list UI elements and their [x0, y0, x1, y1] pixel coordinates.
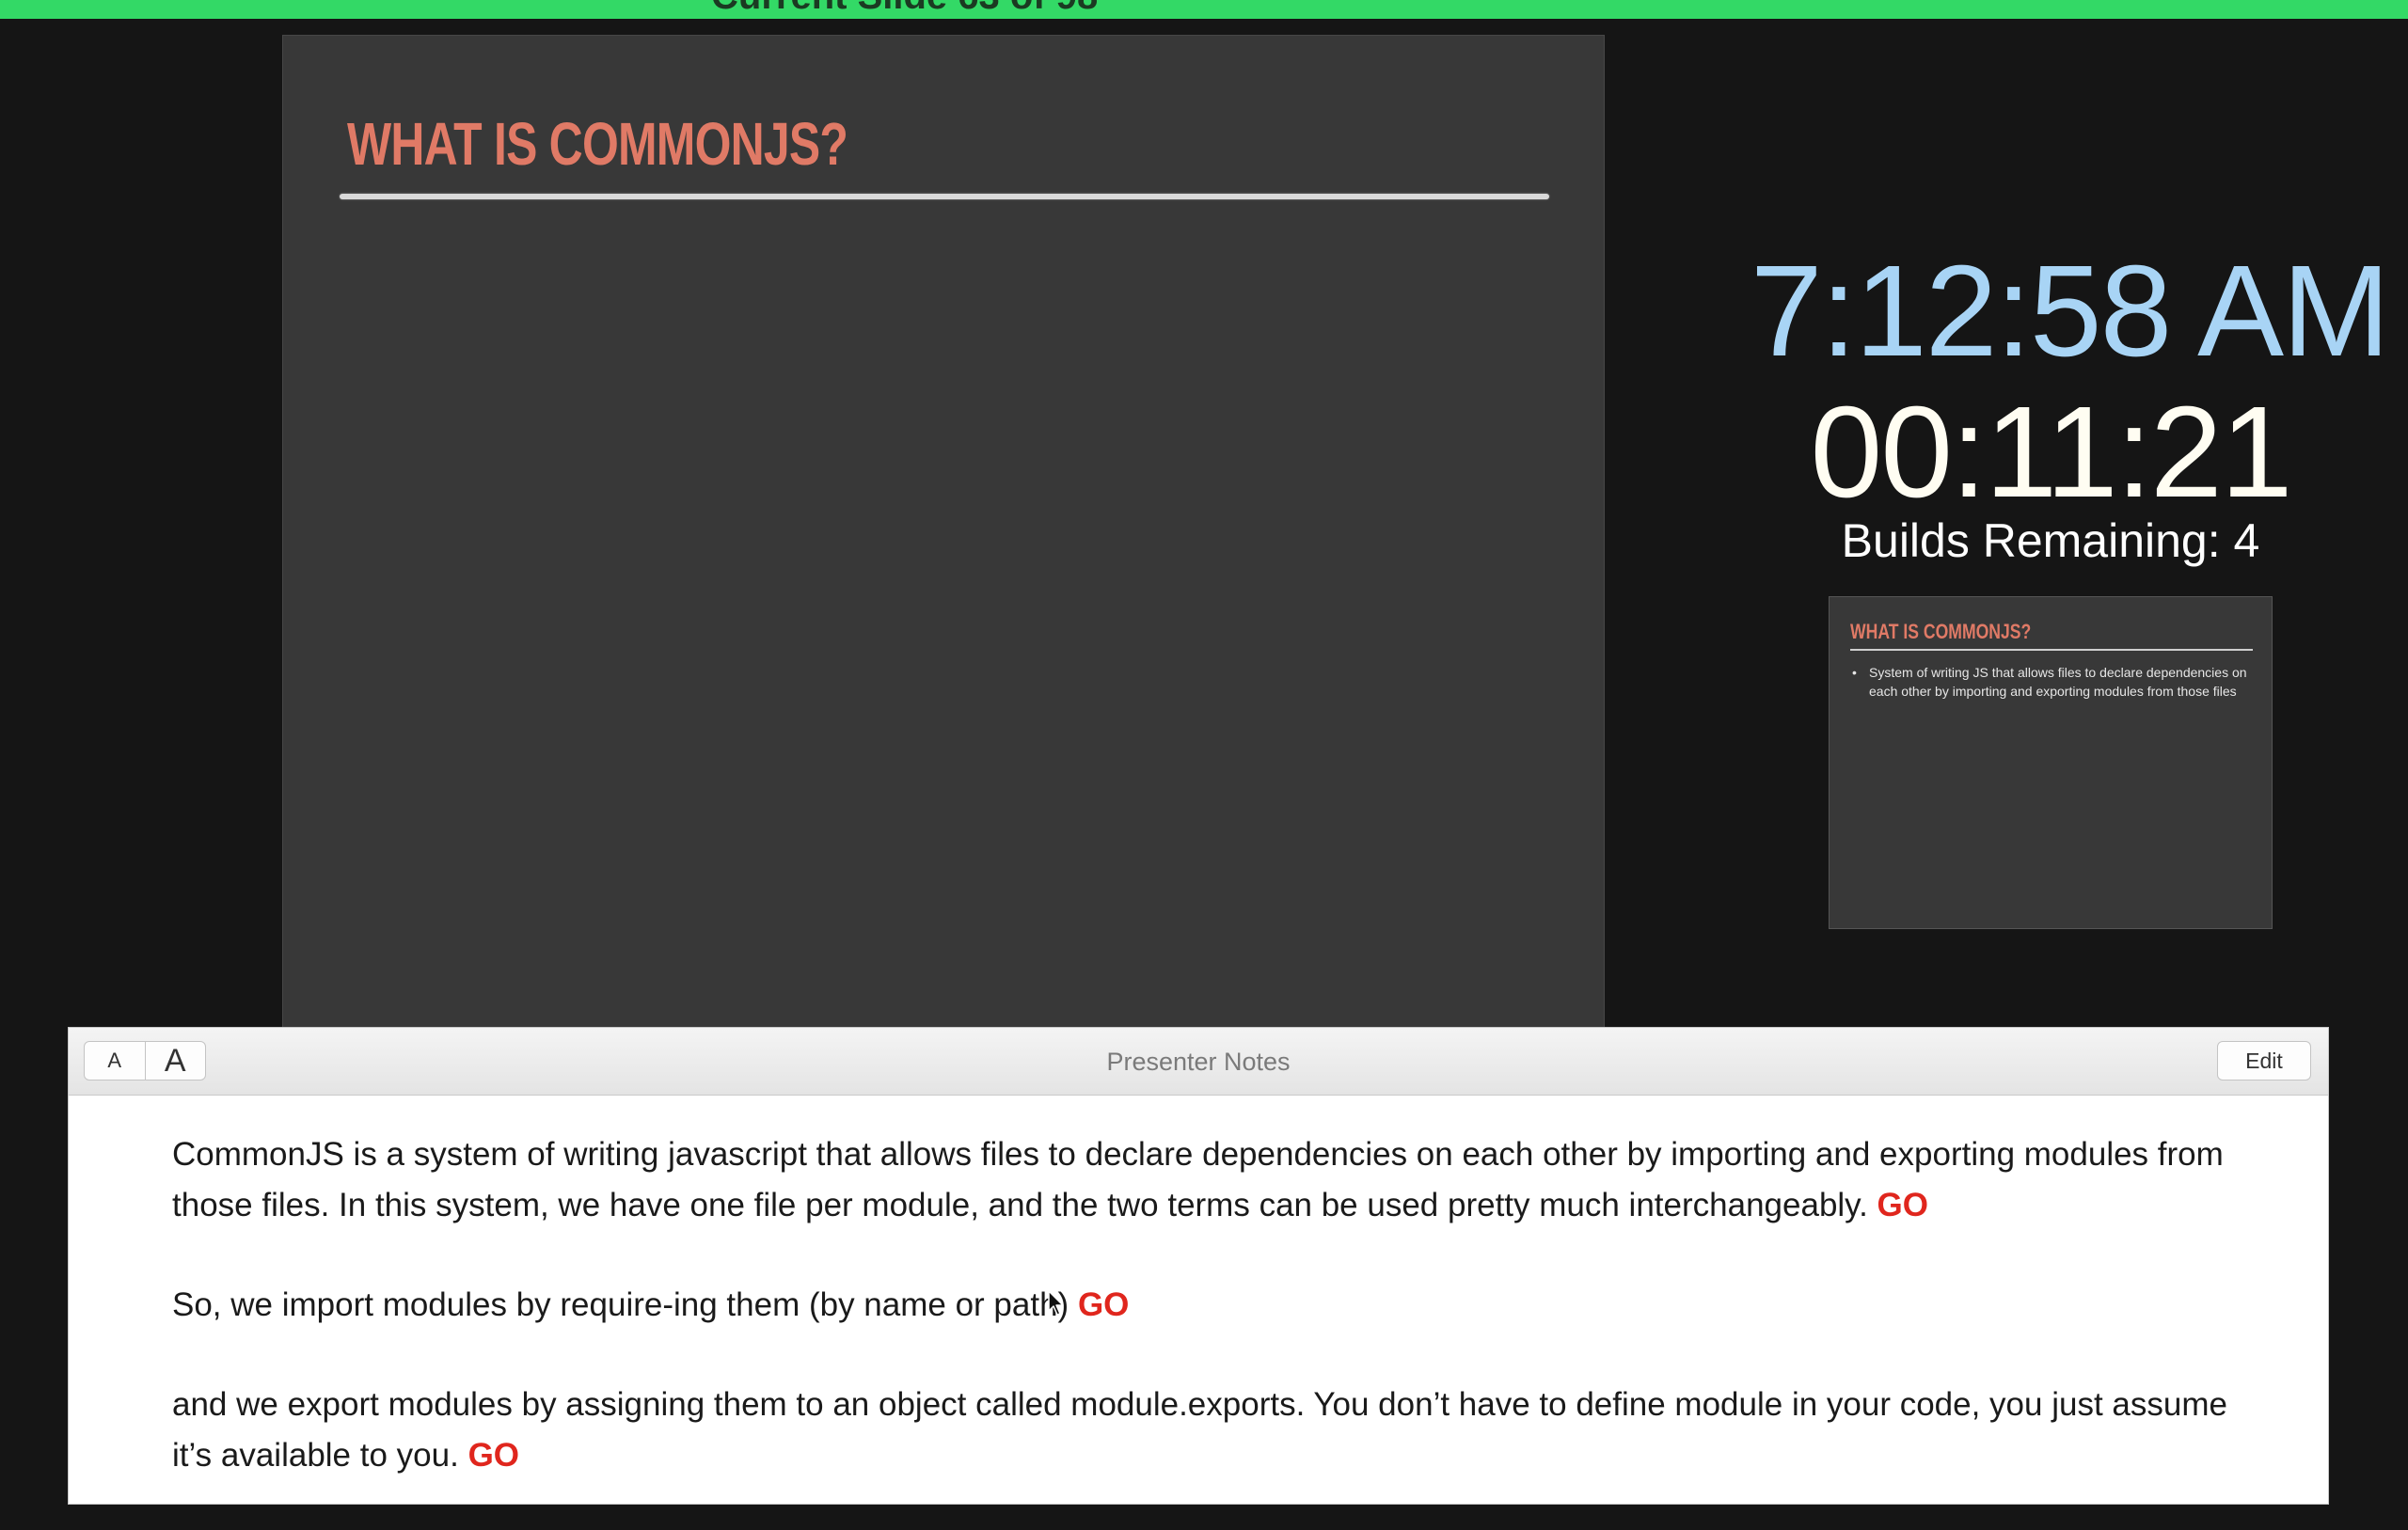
notes-heading: Presenter Notes	[1106, 1048, 1291, 1076]
decrease-font-button[interactable]: A	[85, 1042, 146, 1080]
presenter-notes-panel: Presenter Notes A A Edit CommonJS is a s…	[68, 1027, 2329, 1505]
mouse-pointer-icon	[1048, 1290, 1064, 1316]
notes-paragraph: So, we import modules by require-ing the…	[172, 1280, 2270, 1331]
next-slide-bullet-text: System of writing JS that allows files t…	[1869, 665, 2247, 699]
slide-counter: Current Slide 63 of 98	[711, 0, 1098, 18]
go-cue: GO	[1077, 1286, 1130, 1323]
go-cue: GO	[467, 1437, 520, 1474]
notes-text[interactable]: CommonJS is a system of writing javascri…	[172, 1129, 2270, 1530]
clock: 7:12:58 AM	[1750, 239, 2390, 384]
font-size-control: A A	[84, 1041, 206, 1080]
presenter-status-bar: Current Slide 63 of 98	[0, 0, 2408, 19]
go-cue: GO	[1877, 1187, 1928, 1223]
notes-paragraph-text: So, we import modules by require-ing the…	[172, 1286, 1069, 1323]
current-slide-divider	[340, 194, 1549, 199]
elapsed-timer[interactable]: 00:11:21	[1750, 387, 2352, 517]
current-slide-title: WHAT IS COMMONJS?	[347, 110, 848, 178]
increase-font-button[interactable]: A	[146, 1042, 206, 1080]
current-slide-preview: WHAT IS COMMONJS?	[282, 35, 1605, 1028]
edit-notes-button[interactable]: Edit	[2217, 1041, 2311, 1080]
bullet-marker: •	[1852, 665, 1857, 680]
notes-toolbar: Presenter Notes A A Edit	[69, 1028, 2328, 1096]
builds-remaining: Builds Remaining: 4	[1841, 514, 2260, 567]
notes-paragraph: and we export modules by assigning them …	[172, 1380, 2270, 1481]
notes-paragraph: CommonJS is a system of writing javascri…	[172, 1129, 2270, 1231]
next-slide-preview: WHAT IS COMMONJS? • System of writing JS…	[1829, 596, 2273, 929]
next-slide-title: WHAT IS COMMONJS?	[1850, 620, 2032, 643]
next-slide-bullet: • System of writing JS that allows files…	[1852, 663, 2247, 701]
next-slide-divider	[1850, 649, 2253, 651]
